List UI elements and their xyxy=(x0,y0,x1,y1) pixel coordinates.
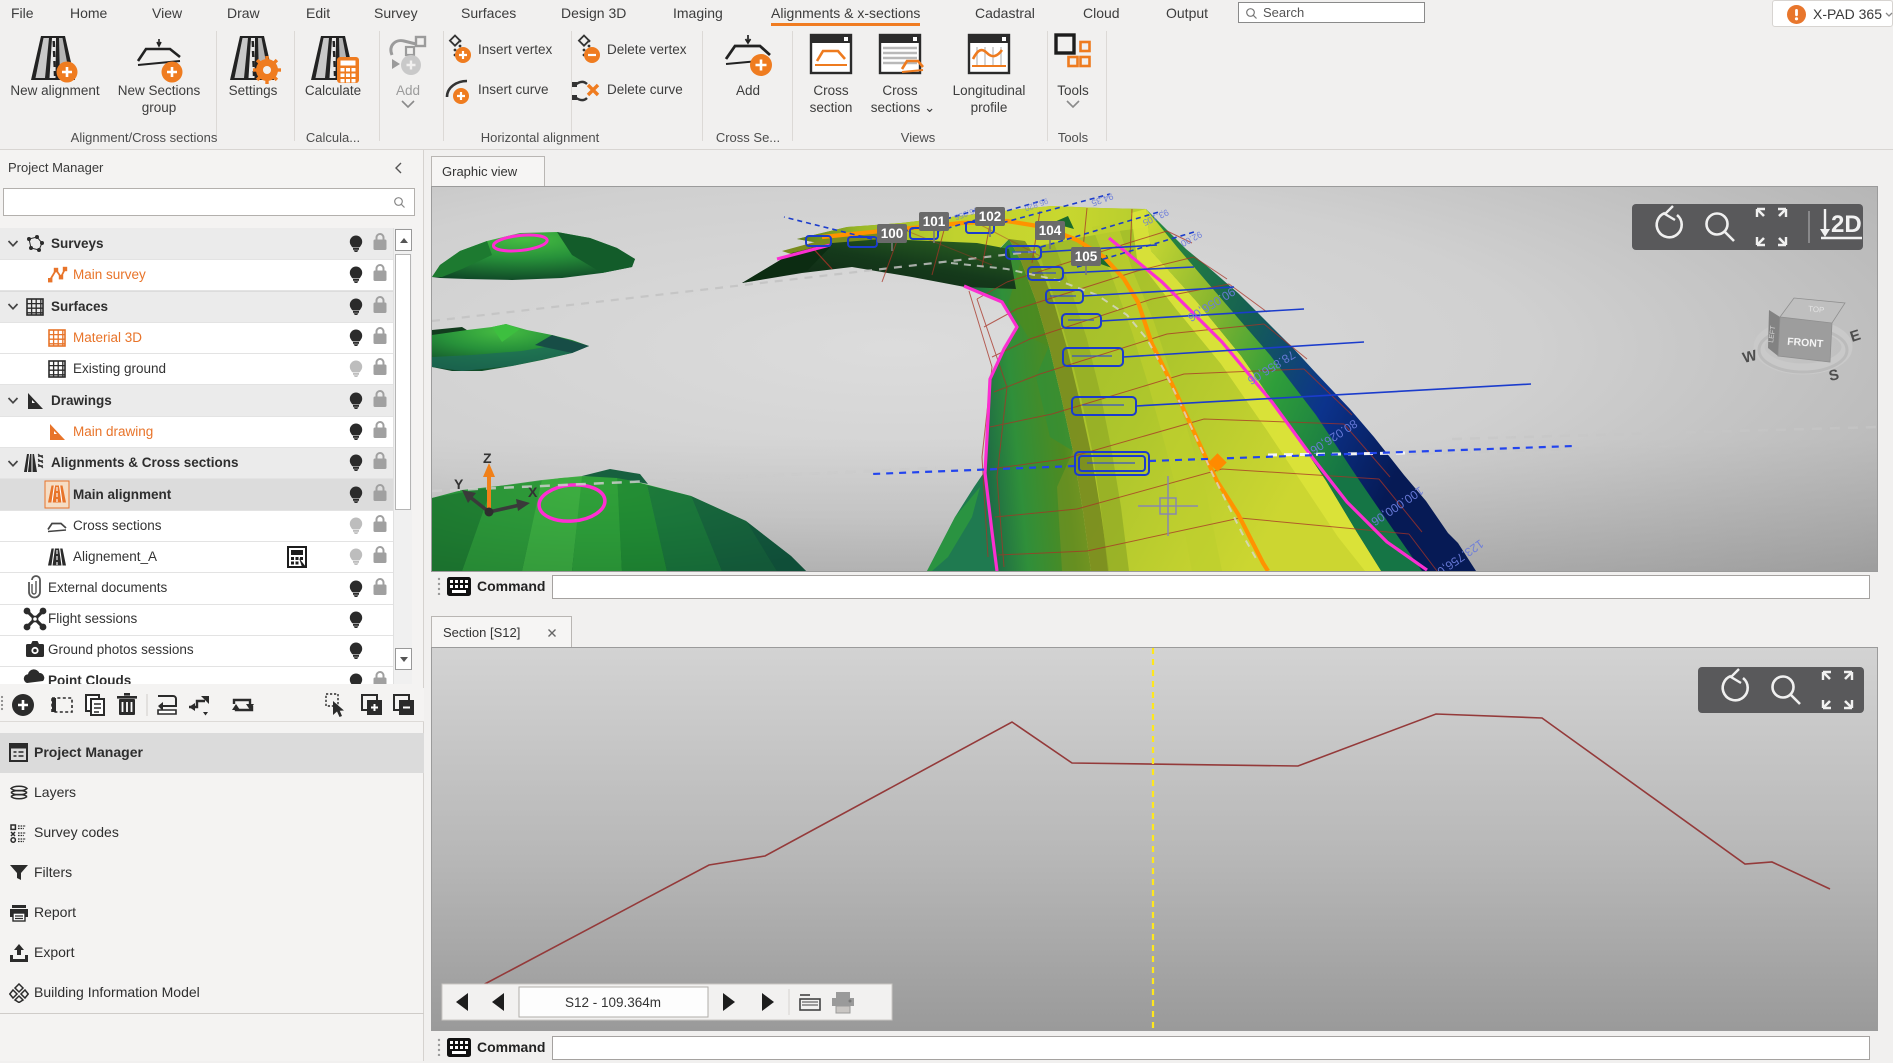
svg-text:Settings: Settings xyxy=(229,83,278,98)
svg-text:Delete vertex: Delete vertex xyxy=(607,42,687,57)
svg-text:New alignment: New alignment xyxy=(10,83,100,98)
svg-text:2D: 2D xyxy=(1831,211,1862,238)
svg-text:TOP: TOP xyxy=(1808,304,1825,314)
svg-text:Alignement_A: Alignement_A xyxy=(73,549,157,564)
svg-text:101: 101 xyxy=(923,214,946,229)
svg-text:Insert curve: Insert curve xyxy=(478,82,549,97)
svg-text:Add: Add xyxy=(736,83,760,98)
svg-text:Surfaces: Surfaces xyxy=(51,299,108,314)
svg-text:Drawings: Drawings xyxy=(51,393,112,408)
svg-text:Tools: Tools xyxy=(1057,83,1089,98)
svg-text:Cross sections: Cross sections xyxy=(73,518,162,533)
svg-text:Point Clouds: Point Clouds xyxy=(48,673,131,684)
svg-text:Material 3D: Material 3D xyxy=(73,330,142,345)
svg-text:Main drawing: Main drawing xyxy=(73,424,153,439)
svg-text:X: X xyxy=(528,484,538,500)
svg-text:Longitudinal: Longitudinal xyxy=(953,83,1026,98)
svg-text:104: 104 xyxy=(1039,223,1062,238)
svg-text:Cross: Cross xyxy=(813,83,849,98)
svg-text:External documents: External documents xyxy=(48,580,168,595)
svg-text:100: 100 xyxy=(881,226,904,241)
svg-text:Z: Z xyxy=(483,450,492,466)
svg-text:section: section xyxy=(810,100,853,115)
svg-text:Alignment/Cross sections: Alignment/Cross sections xyxy=(71,130,218,145)
svg-text:Alignments & Cross sections: Alignments & Cross sections xyxy=(51,455,239,470)
svg-text:Main alignment: Main alignment xyxy=(73,487,172,502)
svg-text:Flight sessions: Flight sessions xyxy=(48,611,138,626)
svg-text:Main survey: Main survey xyxy=(73,267,146,282)
svg-text:102: 102 xyxy=(979,209,1002,224)
svg-text:Cross Se...: Cross Se... xyxy=(716,130,780,145)
svg-text:Ground photos sessions: Ground photos sessions xyxy=(48,642,194,657)
svg-text:S12 - 109.364m: S12 - 109.364m xyxy=(565,995,661,1010)
svg-text:profile: profile xyxy=(971,100,1008,115)
svg-text:Horizontal alignment: Horizontal alignment xyxy=(481,130,600,145)
svg-text:Calcula...: Calcula... xyxy=(306,130,360,145)
svg-text:sections ⌄: sections ⌄ xyxy=(871,100,936,115)
svg-text:Calculate: Calculate xyxy=(305,83,361,98)
svg-text:Tools: Tools xyxy=(1058,130,1089,145)
svg-text:Add: Add xyxy=(396,83,420,98)
svg-text:New Sections: New Sections xyxy=(118,83,201,98)
svg-text:Cross: Cross xyxy=(882,83,918,98)
svg-text:Y: Y xyxy=(454,476,464,492)
svg-text:group: group xyxy=(142,100,177,115)
svg-text:Existing ground: Existing ground xyxy=(73,361,166,376)
svg-text:105: 105 xyxy=(1075,249,1098,264)
svg-text:Delete curve: Delete curve xyxy=(607,82,683,97)
svg-text:Surveys: Surveys xyxy=(51,236,104,251)
svg-text:Views: Views xyxy=(901,130,936,145)
svg-text:FRONT: FRONT xyxy=(1787,336,1824,351)
svg-text:Insert vertex: Insert vertex xyxy=(478,42,553,57)
